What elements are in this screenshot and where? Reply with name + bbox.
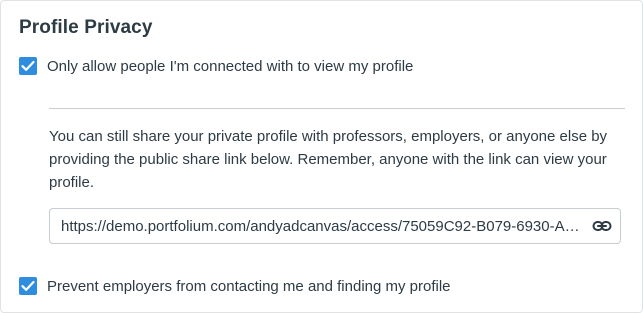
prevent-employers-label[interactable]: Prevent employers from contacting me and… [47,278,451,295]
prevent-employers-checkbox[interactable] [19,277,37,295]
connected-only-option[interactable]: Only allow people I'm connected with to … [19,57,413,75]
share-link-field[interactable]: https://demo.portfolium.com/andyadcanvas… [49,208,621,244]
share-link-text[interactable]: https://demo.portfolium.com/andyadcanvas… [61,218,583,235]
connected-only-label[interactable]: Only allow people I'm connected with to … [47,58,413,75]
section-title: Profile Privacy [19,17,153,38]
prevent-employers-option[interactable]: Prevent employers from contacting me and… [19,277,451,295]
share-description: You can still share your private profile… [49,128,608,191]
checkmark-icon [21,60,35,71]
checkmark-icon [21,280,35,291]
link-icon[interactable] [592,218,612,234]
divider [49,108,625,109]
profile-privacy-card: Profile Privacy Only allow people I'm co… [0,0,643,313]
connected-only-checkbox[interactable] [19,57,37,75]
